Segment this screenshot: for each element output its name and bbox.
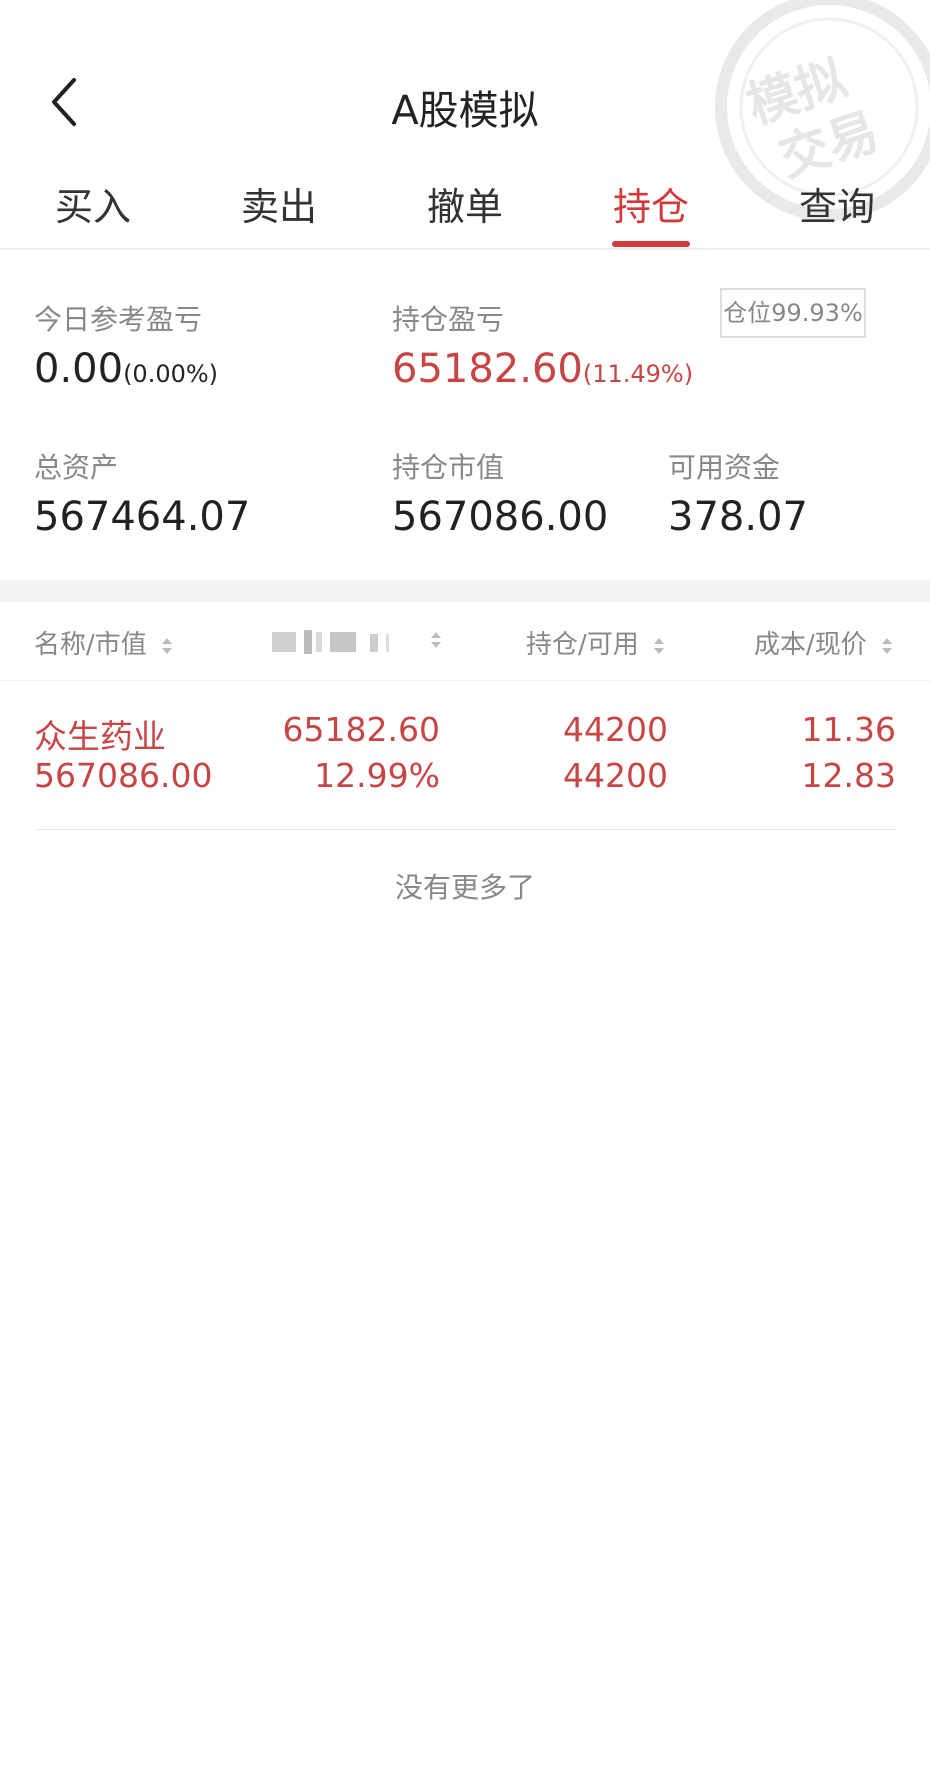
obscured-header-label (272, 630, 389, 654)
active-tab-indicator (612, 241, 690, 247)
table-row[interactable]: 众生药业 567086.00 65182.60 12.99% 44200 442… (0, 700, 930, 820)
tab-cancel-order[interactable]: 撤单 (372, 176, 558, 231)
stock-price: 12.83 (801, 756, 896, 795)
today-pl-value: 0.00 (34, 346, 124, 392)
page-title: A股模拟 (391, 88, 539, 134)
tab-query[interactable]: 查询 (744, 176, 930, 231)
section-divider (0, 580, 930, 602)
column-header-label: 成本/现价 (754, 630, 867, 660)
available-funds-label: 可用资金 (668, 451, 781, 484)
stock-cost: 11.36 (801, 710, 896, 749)
stock-hold: 44200 (563, 710, 668, 749)
sort-icon (654, 637, 665, 654)
stock-available: 44200 (563, 756, 668, 795)
hold-pl: 65182.60(11.49%) (392, 346, 693, 392)
market-value-value: 567086.00 (392, 494, 609, 540)
column-header-label: 持仓/可用 (526, 630, 639, 660)
stock-pl-pct: 12.99% (314, 756, 440, 795)
column-header-cost-price[interactable]: 成本/现价 (754, 624, 893, 661)
today-pl-label: 今日参考盈亏 (34, 303, 203, 336)
total-assets-value: 567464.07 (34, 494, 251, 540)
column-header-hold-available[interactable]: 持仓/可用 (526, 624, 665, 661)
stock-market-value: 567086.00 (34, 756, 213, 795)
stock-pl: 65182.60 (282, 710, 440, 749)
divider (0, 248, 930, 250)
divider (34, 829, 896, 830)
hold-pl-value: 65182.60 (392, 346, 583, 392)
tab-positions[interactable]: 持仓 (558, 176, 744, 231)
tab-buy[interactable]: 买入 (0, 176, 186, 231)
market-value-label: 持仓市值 (392, 451, 505, 484)
column-header-pl[interactable] (424, 624, 442, 654)
stock-name: 众生药业 (34, 717, 166, 756)
today-pl: 0.00(0.00%) (34, 346, 218, 392)
hold-pl-pct: (11.49%) (582, 360, 694, 388)
today-pl-pct: (0.00%) (123, 360, 219, 388)
divider (0, 680, 930, 681)
sort-icon (882, 637, 893, 654)
available-funds-value: 378.07 (668, 494, 808, 540)
tab-sell[interactable]: 卖出 (186, 176, 372, 231)
sort-icon (431, 631, 441, 648)
no-more-footer: 没有更多了 (394, 871, 535, 904)
hold-pl-label: 持仓盈亏 (392, 303, 505, 336)
column-header-label: 名称/市值 (34, 630, 147, 660)
column-header-name-value[interactable]: 名称/市值 (34, 624, 173, 661)
position-ratio-badge[interactable]: 仓位99.93% (720, 288, 866, 338)
total-assets-label: 总资产 (34, 451, 119, 484)
sort-icon (162, 637, 173, 654)
